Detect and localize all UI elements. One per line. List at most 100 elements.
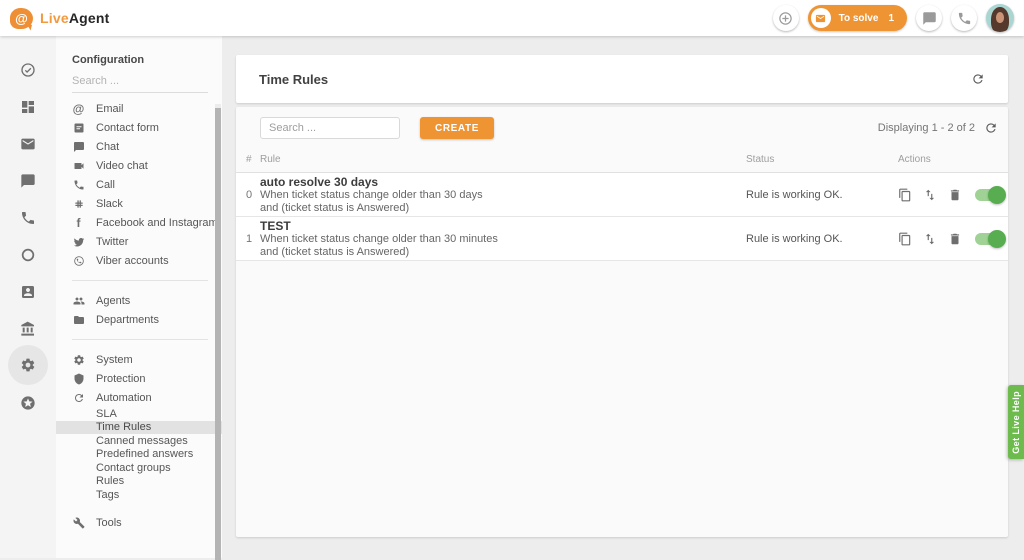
logo-agent: Agent — [69, 10, 110, 26]
sidebar-item-call[interactable]: Call — [72, 175, 208, 194]
sidebar-item-protection[interactable]: Protection — [72, 369, 208, 388]
sidebar-item-viber-accounts[interactable]: Viber accounts — [72, 251, 208, 270]
sidebar-item-label: Facebook and Instagram — [96, 217, 218, 229]
phone-icon — [72, 178, 85, 191]
refresh-button[interactable] — [971, 72, 985, 86]
star-circle-icon — [20, 395, 36, 411]
enable-toggle[interactable] — [975, 233, 1004, 245]
contact-card-icon — [20, 284, 36, 300]
icon-rail — [0, 36, 56, 558]
sidebar-item-facebook-and-instagram[interactable]: fFacebook and Instagram — [72, 213, 208, 232]
row-index: 0 — [246, 189, 260, 201]
col-actions: Actions — [898, 154, 1000, 165]
rule-status: Rule is working OK. — [746, 233, 898, 245]
sidebar-item-departments[interactable]: Departments — [72, 310, 208, 329]
sidebar-item-label: Call — [96, 179, 115, 191]
get-live-help-tab[interactable]: Get Live Help — [1008, 385, 1024, 459]
sidebar-item-label: Predefined answers — [96, 448, 193, 460]
bank-icon — [20, 321, 36, 337]
sidebar-item-sla[interactable]: SLA — [72, 407, 208, 421]
sidebar-item-contact-form[interactable]: Contact form — [72, 118, 208, 137]
reorder-button[interactable] — [923, 232, 937, 246]
rules-search-input[interactable] — [260, 117, 400, 139]
sidebar-item-tools[interactable]: Tools — [72, 514, 208, 533]
displaying-text: Displaying 1 - 2 of 2 — [878, 122, 975, 134]
get-live-help-label: Get Live Help — [1011, 391, 1021, 454]
sidebar-item-agents[interactable]: Agents — [72, 291, 208, 310]
slack-icon — [72, 197, 85, 210]
add-button[interactable] — [773, 5, 799, 31]
sidebar-item-label: Automation — [96, 392, 152, 404]
duplicate-button[interactable] — [898, 188, 912, 202]
dashboard-icon — [20, 99, 36, 115]
avatar[interactable] — [986, 4, 1014, 32]
table-row[interactable]: 1 TEST When ticket status change older t… — [236, 217, 1008, 261]
chat-icon — [72, 140, 85, 153]
sidebar-item-video-chat[interactable]: Video chat — [72, 156, 208, 175]
sidebar-divider — [72, 280, 208, 281]
rule-title: auto resolve 30 days — [260, 175, 746, 189]
page-title: Time Rules — [259, 72, 328, 87]
sidebar-item-canned-messages[interactable]: Canned messages — [72, 434, 208, 448]
sidebar-item-automation[interactable]: Automation — [72, 388, 208, 407]
rule-title: TEST — [260, 219, 746, 233]
sidebar-item-rules[interactable]: Rules — [72, 475, 208, 489]
config-sidebar: Configuration @EmailContact formChatVide… — [56, 36, 222, 558]
sidebar-divider — [72, 339, 208, 340]
sidebar-item-twitter[interactable]: Twitter — [72, 232, 208, 251]
sidebar-item-label: System — [96, 354, 133, 366]
rail-item-company[interactable] — [8, 310, 48, 347]
sidebar-item-chat[interactable]: Chat — [72, 137, 208, 156]
sidebar-item-system[interactable]: System — [72, 350, 208, 369]
form-icon — [72, 121, 85, 134]
refresh-icon — [971, 72, 985, 86]
sidebar-item-label: Contact groups — [96, 462, 171, 474]
sidebar-item-label: Contact form — [96, 122, 159, 134]
gear-icon — [20, 357, 36, 373]
sidebar-item-label: Chat — [96, 141, 119, 153]
refresh-list-button[interactable] — [984, 121, 998, 135]
sidebar-scrollbar-thumb[interactable] — [215, 108, 221, 560]
to-solve-button[interactable]: To solve 1 — [808, 5, 907, 31]
sidebar-item-slack[interactable]: Slack — [72, 194, 208, 213]
create-button[interactable]: CREATE — [420, 117, 494, 139]
rail-item-online-visitors[interactable] — [8, 236, 48, 273]
top-actions: To solve 1 — [773, 4, 1014, 32]
sidebar-item-contact-groups[interactable]: Contact groups — [72, 461, 208, 475]
rail-item-tickets[interactable] — [8, 51, 48, 88]
sidebar-item-email[interactable]: @Email — [72, 99, 208, 118]
rail-item-dashboard[interactable] — [8, 88, 48, 125]
rail-item-gamification[interactable] — [8, 384, 48, 421]
rail-item-chats[interactable] — [8, 162, 48, 199]
sidebar-item-label: Canned messages — [96, 435, 188, 447]
sidebar-item-label: Tools — [96, 517, 122, 529]
rule-description-line1: When ticket status change older than 30 … — [260, 189, 746, 202]
to-solve-label: To solve — [839, 13, 879, 24]
sidebar-group: @Email Contact form Chat Video chat Call Slac… — [72, 99, 208, 270]
ring-icon — [20, 247, 36, 263]
table-row[interactable]: 0 auto resolve 30 days When ticket statu… — [236, 173, 1008, 217]
sidebar-item-label: Departments — [96, 314, 159, 326]
rail-item-settings[interactable] — [8, 345, 48, 385]
gear-icon — [72, 353, 85, 366]
call-button[interactable] — [951, 5, 977, 31]
sidebar-search-input[interactable] — [72, 66, 208, 93]
reorder-button[interactable] — [923, 188, 937, 202]
toggle-knob — [988, 230, 1006, 248]
col-index: # — [246, 154, 260, 165]
rail-item-contacts[interactable] — [8, 273, 48, 310]
rail-item-calls[interactable] — [8, 199, 48, 236]
rail-item-mail[interactable] — [8, 125, 48, 162]
duplicate-button[interactable] — [898, 232, 912, 246]
facebook-icon: f — [72, 216, 85, 229]
delete-button[interactable] — [948, 232, 962, 246]
enable-toggle[interactable] — [975, 189, 1004, 201]
check-circle-icon — [20, 62, 36, 78]
col-status: Status — [746, 154, 898, 165]
delete-button[interactable] — [948, 188, 962, 202]
sidebar-item-time-rules[interactable]: Time Rules — [56, 421, 222, 435]
sidebar-group: SystemProtectionAutomationSLATime RulesC… — [72, 350, 208, 502]
sidebar-item-predefined-answers[interactable]: Predefined answers — [72, 448, 208, 462]
sidebar-item-tags[interactable]: Tags — [72, 488, 208, 502]
chat-button[interactable] — [916, 5, 942, 31]
